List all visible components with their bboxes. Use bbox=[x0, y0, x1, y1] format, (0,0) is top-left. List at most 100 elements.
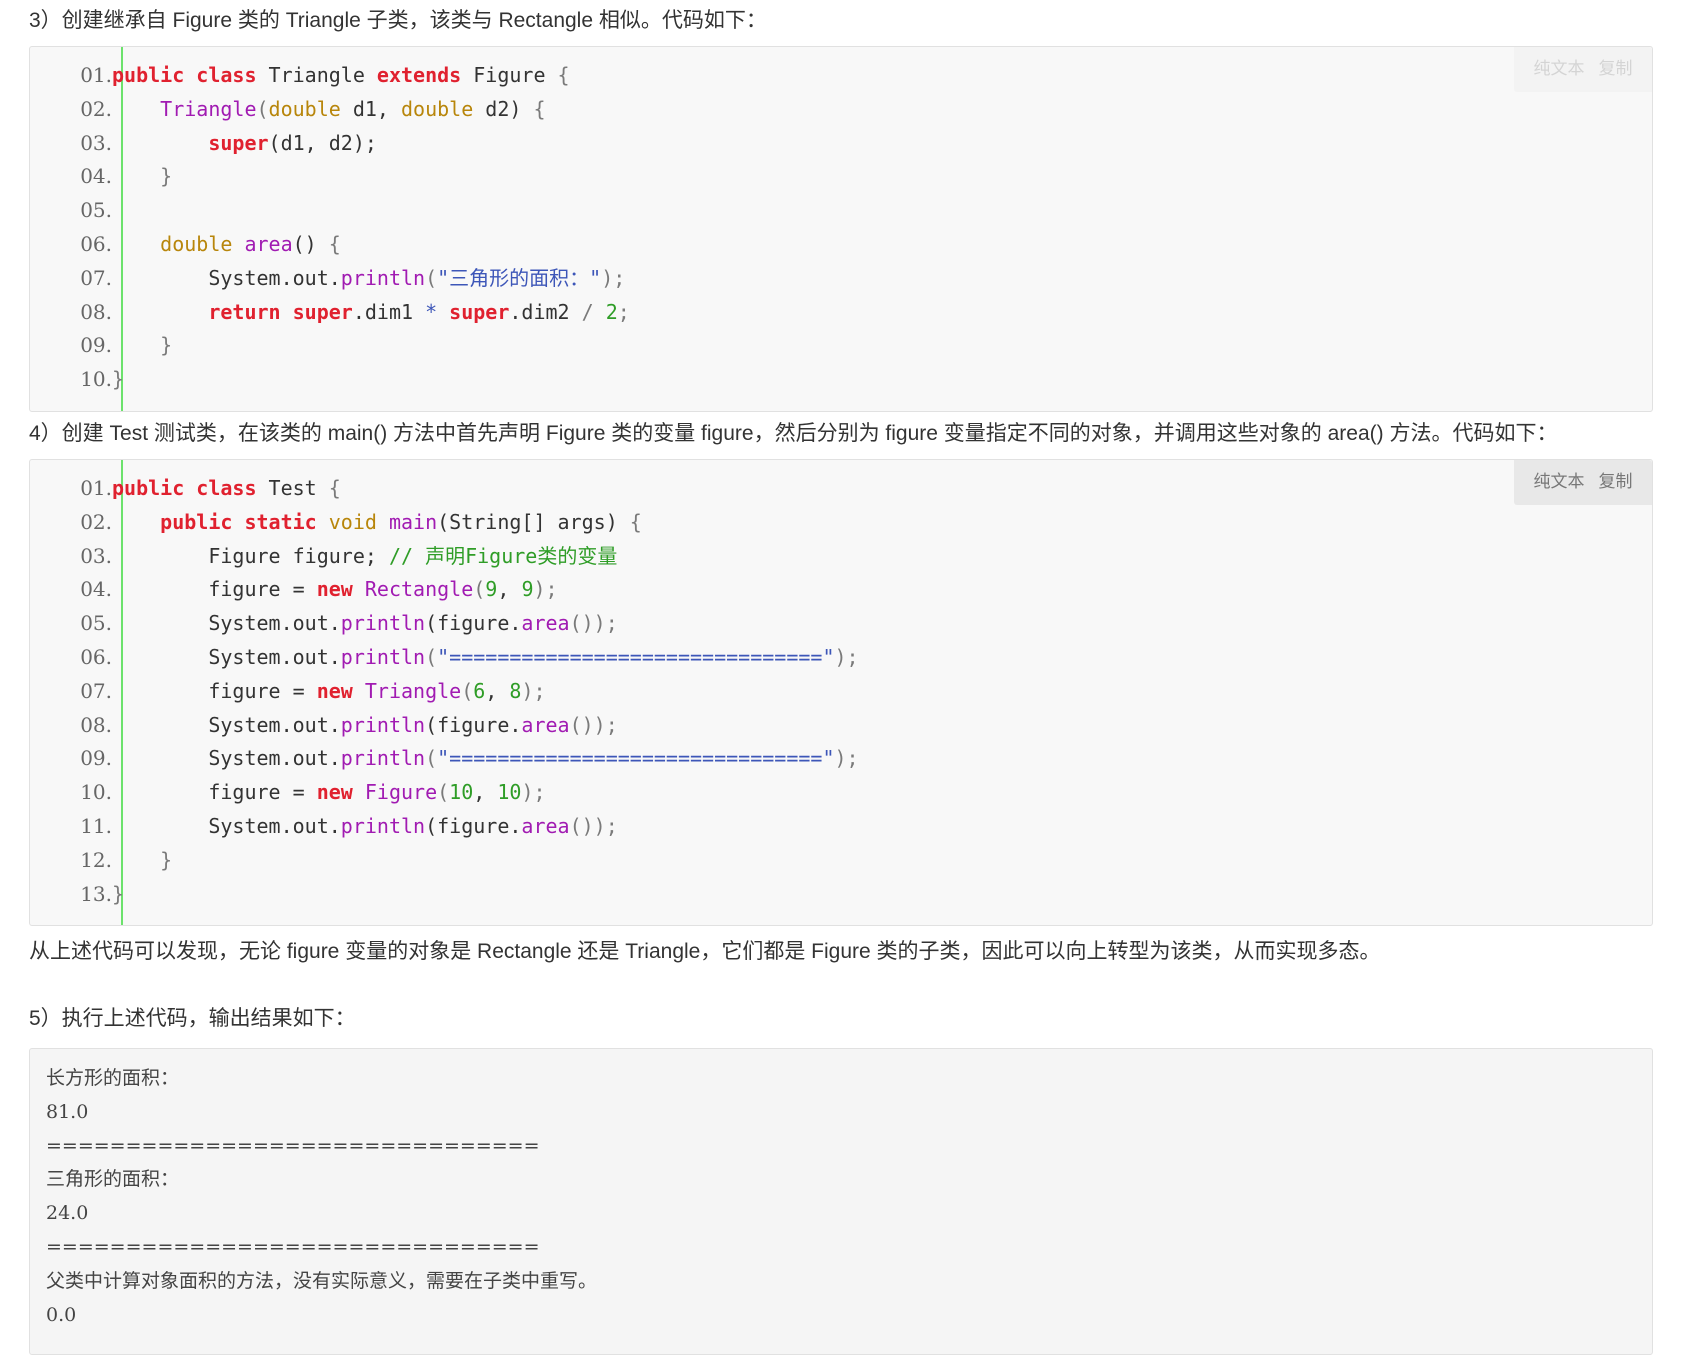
code-token: figure = bbox=[112, 780, 317, 805]
line-number: 09. bbox=[80, 333, 112, 358]
code-token: 8 bbox=[509, 678, 522, 703]
code-line: 03. super(d1, d2); bbox=[30, 126, 1652, 160]
code-token: super bbox=[208, 130, 269, 155]
code-token: System.out. bbox=[112, 712, 341, 737]
code-line: 10.} bbox=[30, 362, 1652, 396]
code-token: 10 bbox=[497, 780, 522, 805]
code-token: ); bbox=[834, 746, 859, 771]
code-token: println bbox=[340, 746, 426, 771]
code-line: 02. Triangle(double d1, double d2) { bbox=[30, 92, 1652, 126]
output-block: 长方形的面积： 81.0 =============================… bbox=[29, 1048, 1653, 1355]
code-line: 01. public class Test { bbox=[30, 471, 1652, 505]
code-token: ; bbox=[617, 299, 630, 324]
code-token: new bbox=[316, 678, 353, 703]
code-text: System.out.println(figure.area()); bbox=[112, 708, 617, 742]
code-token: ); bbox=[834, 645, 859, 669]
code-token: Figure figure; bbox=[112, 543, 389, 568]
line-number: 02. bbox=[80, 509, 112, 534]
code-token: ); bbox=[601, 265, 626, 290]
code-token: return super bbox=[208, 299, 353, 324]
code-token: d1, bbox=[340, 96, 402, 121]
code-token: d2) bbox=[473, 96, 534, 121]
code-token: new bbox=[316, 780, 353, 805]
line-number: 03. bbox=[80, 130, 112, 155]
code-token: area bbox=[244, 232, 293, 256]
code-token: { bbox=[328, 476, 341, 500]
code-text: Triangle(double d1, double d2) { bbox=[112, 92, 546, 126]
code-text: } bbox=[112, 159, 172, 193]
code-token: / bbox=[581, 299, 594, 324]
code-line: 04. } bbox=[30, 159, 1652, 193]
output-line: =============================== bbox=[46, 1236, 540, 1258]
code-line: 02. public static void main(String[] arg… bbox=[30, 505, 1652, 539]
line-number: 02. bbox=[80, 96, 112, 121]
code-line: 03. Figure figure; // 声明Figure类的变量 bbox=[30, 539, 1652, 573]
code-token: } bbox=[160, 333, 173, 358]
line-number: 11. bbox=[80, 814, 112, 838]
code-token: Figure bbox=[473, 63, 558, 87]
code-token: double bbox=[160, 232, 233, 256]
line-number: 10. bbox=[80, 367, 112, 392]
code-text: } bbox=[112, 843, 172, 877]
code-text: figure = new Triangle(6, 8); bbox=[112, 674, 546, 708]
code-text: figure = new Rectangle(9, 9); bbox=[112, 572, 557, 606]
code-token: main bbox=[388, 509, 438, 534]
code-token: "三角形的面积：" bbox=[437, 265, 602, 290]
code-token: void bbox=[328, 509, 377, 534]
output-line: 三角形的面积： bbox=[46, 1168, 180, 1191]
code-token: ( bbox=[461, 678, 474, 703]
code-line: 05. System.out.println(figure.area()); bbox=[30, 606, 1652, 640]
code-token: (figure. bbox=[425, 611, 522, 636]
code-token: println bbox=[340, 645, 426, 669]
line-number: 04. bbox=[80, 577, 112, 602]
code-token: (d1, d2); bbox=[268, 130, 377, 155]
code-token: println bbox=[340, 265, 426, 290]
code-token: , bbox=[473, 780, 498, 805]
line-number: 12. bbox=[80, 847, 112, 872]
code-token: .dim1 bbox=[352, 299, 426, 324]
line-number: 05. bbox=[80, 611, 112, 636]
code-text: System.out.println("====================… bbox=[112, 741, 859, 775]
code-token: } bbox=[112, 881, 125, 906]
output-line: 父类中计算对象面积的方法，没有实际意义，需要在子类中重写。 bbox=[46, 1269, 598, 1292]
code-line: 10. figure = new Figure(10, 10); bbox=[30, 775, 1652, 809]
code-token: ( bbox=[425, 265, 438, 290]
code-text: public static void main(String[] args) { bbox=[112, 505, 642, 539]
code-text: double area() { bbox=[112, 227, 341, 261]
code-token: Figure bbox=[364, 780, 438, 805]
line-number: 08. bbox=[80, 712, 112, 737]
code-token: System.out. bbox=[112, 746, 341, 771]
code-token: ); bbox=[521, 678, 546, 703]
code-token: System.out. bbox=[112, 265, 341, 290]
code-token: * bbox=[425, 299, 438, 324]
code-line: 06. double area() { bbox=[30, 227, 1652, 261]
code-token: , bbox=[497, 577, 522, 602]
code-token: ); bbox=[521, 780, 546, 805]
line-number: 07. bbox=[80, 265, 112, 290]
code-token: 2 bbox=[605, 299, 618, 324]
line-number: 13. bbox=[80, 881, 112, 906]
code-line: 08. return super.dim1 * super.dim2 / 2; bbox=[30, 295, 1652, 329]
code-text: figure = new Figure(10, 10); bbox=[112, 775, 546, 809]
code-token: area bbox=[521, 611, 570, 636]
conclusion-text: 从上述代码可以发现，无论 figure 变量的对象是 Rectangle 还是 … bbox=[29, 940, 1381, 963]
code-token: "===============================" bbox=[437, 746, 835, 771]
line-number: 06. bbox=[80, 232, 112, 256]
code-token: ( bbox=[425, 746, 438, 771]
code-token: Triangle bbox=[364, 678, 462, 703]
code-token: { bbox=[533, 96, 546, 121]
step-4-text: 4）创建 Test 测试类，在该类的 main() 方法中首先声明 Figure… bbox=[29, 422, 1558, 445]
code-token: super bbox=[449, 299, 510, 324]
code-line: 09. } bbox=[30, 328, 1652, 362]
line-number: 08. bbox=[80, 299, 112, 324]
code-token: figure = bbox=[112, 678, 317, 703]
code-line: 04. figure = new Rectangle(9, 9); bbox=[30, 572, 1652, 606]
code-token: Triangle bbox=[268, 63, 377, 87]
code-token: 10 bbox=[449, 780, 474, 805]
